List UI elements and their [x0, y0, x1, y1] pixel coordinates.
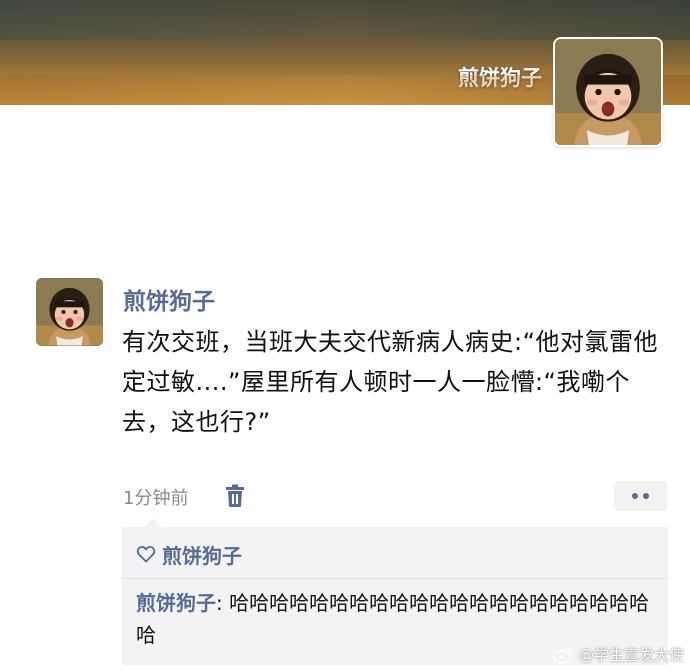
weibo-icon [553, 647, 574, 663]
trash-icon[interactable] [224, 484, 246, 508]
post-author-name[interactable]: 煎饼狗子 [123, 282, 215, 316]
post-content: 有次交班，当班大夫交代新病人病史:“他对氯雷他定过敏....”屋里所有人顿时一人… [122, 328, 659, 436]
comment-item[interactable]: 煎饼狗子: 哈哈哈哈哈哈哈哈哈哈哈哈哈哈哈哈哈哈哈哈哈哈 [136, 587, 656, 651]
avatar-illustration [555, 39, 661, 145]
more-dot [643, 493, 649, 499]
post-timestamp: 1分钟前 [123, 488, 189, 509]
cover-avatar[interactable] [553, 37, 663, 147]
like-user-name[interactable]: 煎饼狗子 [162, 540, 242, 569]
watermark: @学生宣发大使 [553, 644, 684, 665]
comment-separator: : [216, 591, 230, 615]
cover-username: 煎饼狗子 [458, 66, 542, 90]
likes-row: 煎饼狗子 [136, 539, 242, 569]
heart-outline-icon [136, 545, 156, 563]
more-dots-button[interactable] [614, 481, 667, 511]
comment-author-name[interactable]: 煎饼狗子 [136, 591, 216, 615]
avatar-illustration [36, 278, 103, 346]
more-dot [632, 493, 638, 499]
post-avatar[interactable] [36, 278, 103, 346]
watermark-text: @学生宣发大使 [578, 646, 684, 664]
divider [122, 578, 668, 579]
